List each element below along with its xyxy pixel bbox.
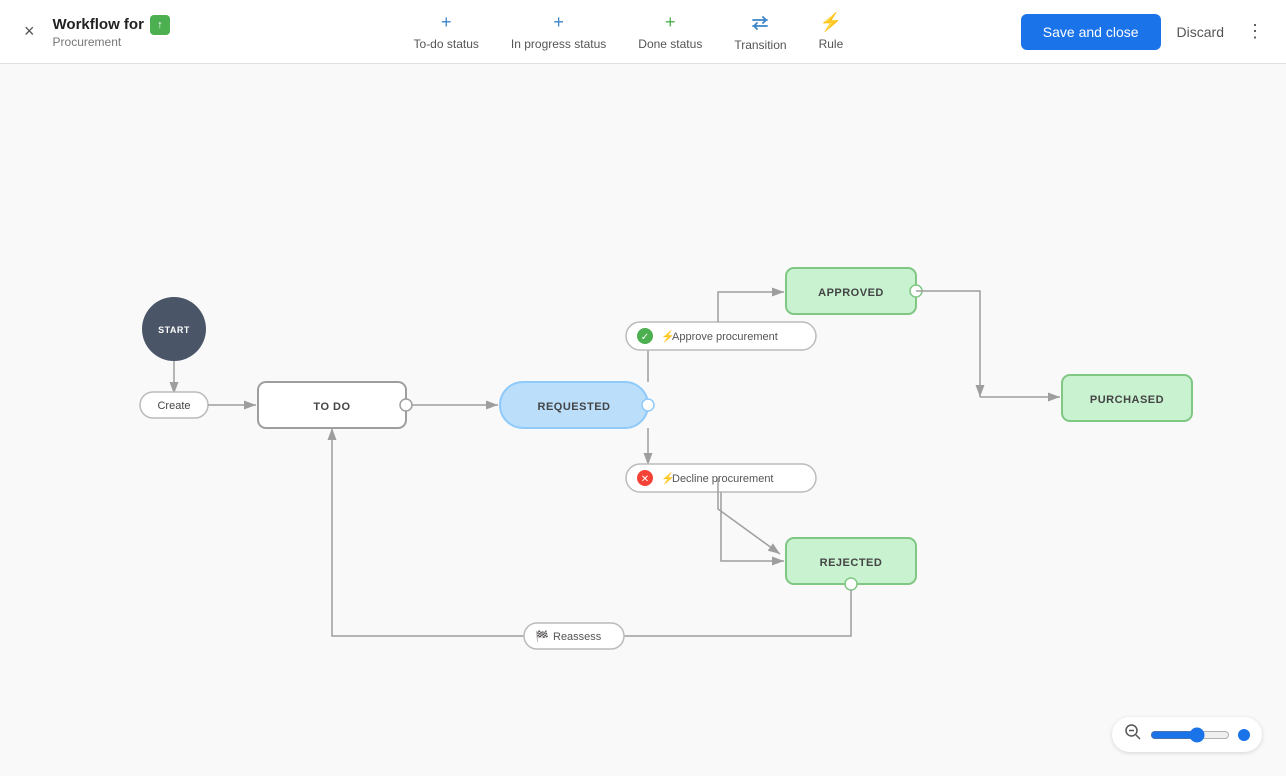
toolbar-inprogress-status[interactable]: + In progress status (511, 12, 606, 51)
workflow-title-block: Workflow for ↑ Procurement (53, 15, 170, 49)
svg-text:Approve procurement: Approve procurement (672, 331, 778, 343)
svg-text:✓: ✓ (641, 332, 649, 343)
transition-label: Transition (734, 38, 786, 52)
save-close-button[interactable]: Save and close (1021, 14, 1161, 50)
svg-text:APPROVED: APPROVED (818, 287, 884, 299)
svg-text:Decline procurement: Decline procurement (672, 473, 774, 485)
svg-text:REJECTED: REJECTED (820, 557, 883, 569)
svg-text:Create: Create (157, 400, 190, 412)
workflow-diagram: START Create TO DO REQUESTED ✓ ⚡ Approve… (0, 64, 1286, 776)
rule-icon: ⚡ (820, 12, 842, 33)
header: × Workflow for ↑ Procurement + To-do sta… (0, 0, 1286, 64)
workflow-title-icon: ↑ (150, 15, 170, 35)
toolbar-done-status[interactable]: + Done status (638, 12, 702, 51)
done-status-icon: + (665, 12, 676, 33)
discard-button[interactable]: Discard (1169, 14, 1232, 50)
zoom-thumb (1238, 729, 1250, 741)
todo-status-label: To-do status (414, 37, 479, 51)
toolbar: + To-do status + In progress status + Do… (236, 12, 1021, 52)
svg-text:🏁: 🏁 (535, 630, 549, 643)
workflow-subtitle: Procurement (53, 35, 170, 49)
svg-text:REQUESTED: REQUESTED (538, 401, 611, 413)
rule-label: Rule (819, 37, 844, 51)
inprogress-status-label: In progress status (511, 37, 606, 51)
zoom-control (1112, 717, 1262, 752)
todo-status-icon: + (441, 12, 452, 33)
svg-text:PURCHASED: PURCHASED (1090, 394, 1164, 406)
workflow-title-text: Workflow for (53, 16, 144, 33)
svg-text:Reassess: Reassess (553, 631, 602, 643)
svg-text:START: START (158, 325, 190, 335)
header-right: Save and close Discard ⋮ (1021, 14, 1270, 50)
toolbar-todo-status[interactable]: + To-do status (414, 12, 479, 51)
svg-text:✕: ✕ (641, 474, 649, 485)
toolbar-transition[interactable]: Transition (734, 12, 786, 52)
done-status-label: Done status (638, 37, 702, 51)
inprogress-status-icon: + (553, 12, 564, 33)
svg-text:TO DO: TO DO (313, 401, 350, 413)
more-options-button[interactable]: ⋮ (1240, 17, 1270, 46)
workflow-title: Workflow for ↑ (53, 15, 170, 35)
transition-icon (749, 12, 771, 34)
workflow-canvas[interactable]: START Create TO DO REQUESTED ✓ ⚡ Approve… (0, 64, 1286, 776)
toolbar-rule[interactable]: ⚡ Rule (819, 12, 844, 51)
zoom-out-icon[interactable] (1124, 723, 1142, 746)
zoom-slider[interactable] (1150, 727, 1230, 743)
header-left: × Workflow for ↑ Procurement (16, 15, 236, 49)
close-button[interactable]: × (16, 17, 43, 46)
